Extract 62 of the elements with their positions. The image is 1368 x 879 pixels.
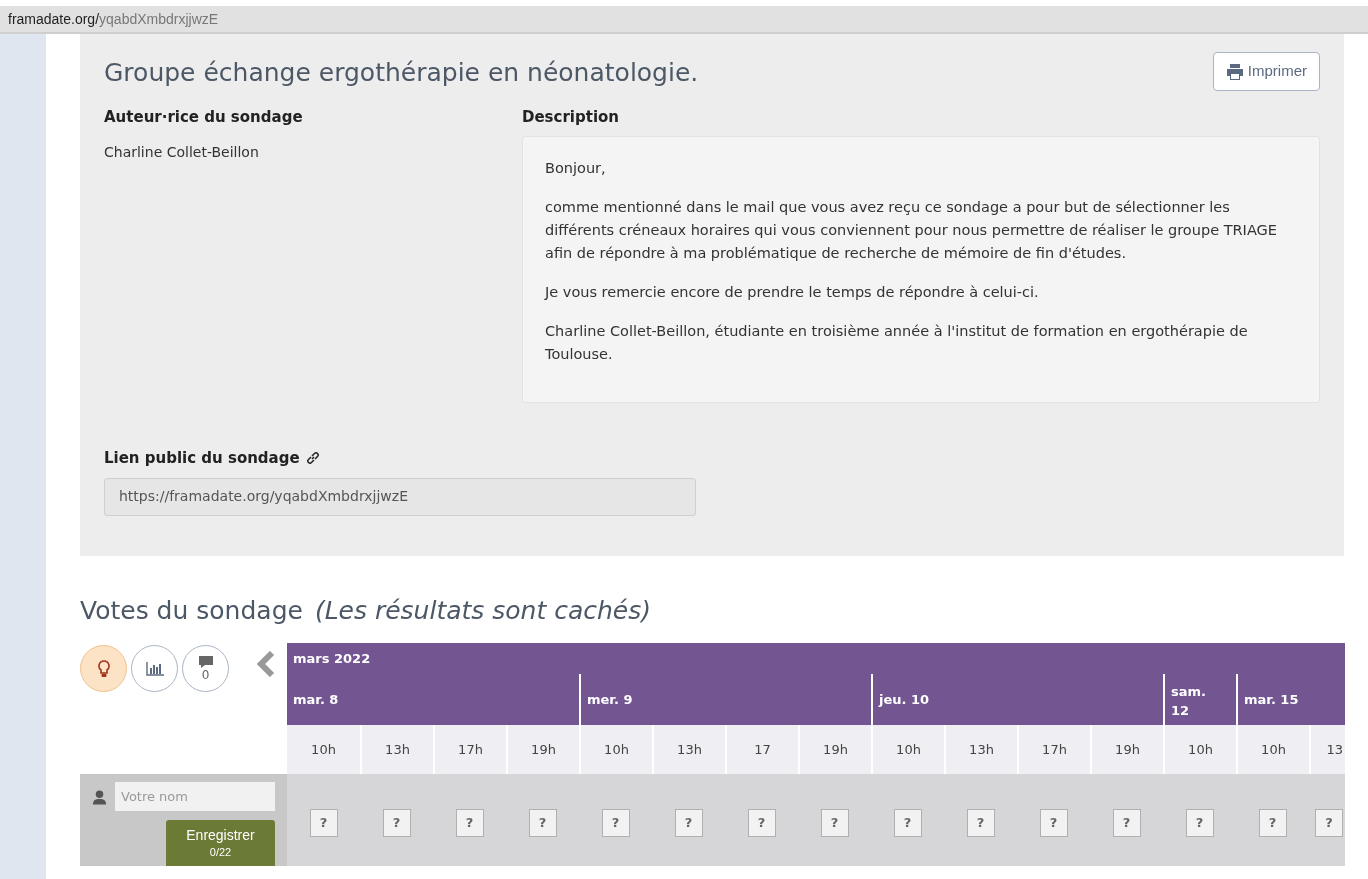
- chevron-left-icon: [256, 651, 276, 677]
- vote-choice-button[interactable]: ?: [1315, 809, 1343, 837]
- vote-choice-button[interactable]: ?: [674, 809, 703, 837]
- address-bar[interactable]: framadate.org/yqabdXmbdrxjjwzE: [0, 6, 1368, 34]
- hour-header: 17h: [1017, 725, 1090, 774]
- description-paragraph: Bonjour,: [545, 159, 607, 178]
- vote-choice-button[interactable]: ?: [1112, 809, 1141, 837]
- name-field[interactable]: Votre nom: [115, 782, 275, 811]
- description-label: Description: [522, 106, 621, 128]
- comments-button[interactable]: 0: [182, 645, 229, 692]
- vote-choice-button[interactable]: ?: [382, 809, 411, 837]
- chart-button[interactable]: [131, 645, 178, 692]
- hour-header: 17h: [433, 725, 506, 774]
- printer-icon: [1225, 63, 1244, 80]
- day-header: mer. 9: [579, 674, 871, 725]
- print-button[interactable]: Imprimer: [1212, 52, 1320, 91]
- link-icon: [305, 451, 320, 466]
- hour-header: 13h: [652, 725, 725, 774]
- user-icon: [92, 788, 107, 805]
- speech-bubble-icon: [197, 655, 214, 669]
- hour-header: 13h: [360, 725, 433, 774]
- vote-choice-button[interactable]: ?: [966, 809, 995, 837]
- hour-header: 10h: [579, 725, 652, 774]
- poll-title: Groupe échange ergothérapie en néonatologie.: [104, 57, 699, 89]
- hour-header: 19h: [1090, 725, 1163, 774]
- vote-choice-button[interactable]: ?: [747, 809, 776, 837]
- author-label: Auteur·rice du sondage: [104, 106, 304, 128]
- day-header: mar. 15: [1236, 674, 1345, 725]
- hour-header: 13h: [944, 725, 1017, 774]
- description-paragraph: Charline Collet-Beillon, étudiante en troisième année à l'institut de formation en ergothérapie de Toulouse.: [545, 322, 1249, 364]
- hour-header: 19h: [506, 725, 579, 774]
- vote-choice-button[interactable]: ?: [309, 809, 338, 837]
- results-hidden-note: (Les résultats sont cachés): [314, 594, 652, 627]
- hour-header: 10h: [871, 725, 944, 774]
- hour-header: 13: [1309, 725, 1345, 774]
- vote-choice-button[interactable]: ?: [528, 809, 557, 837]
- vote-choice-button[interactable]: ?: [893, 809, 922, 837]
- day-header: sam. 12: [1163, 674, 1236, 725]
- description-paragraph: Je vous remercie encore de prendre le temps de répondre à celui-ci.: [545, 283, 1040, 302]
- lightbulb-icon: [97, 659, 110, 678]
- vote-choice-button[interactable]: ?: [1039, 809, 1068, 837]
- hour-header: 19h: [798, 725, 871, 774]
- month-header: mars 2022: [287, 643, 1345, 674]
- vote-choice-button[interactable]: ?: [820, 809, 849, 837]
- save-button[interactable]: Enregistrer 0/22: [166, 820, 275, 866]
- hour-header: 10h: [1236, 725, 1309, 774]
- hour-header: 10h: [287, 725, 360, 774]
- day-header: mar. 8: [287, 674, 579, 725]
- description-paragraph: comme mentionné dans le mail que vous avez reçu ce sondage a pour but de sélectionner les différents créneaux horaires qui vous conviennent pour nous permettre de réaliser le groupe TRIAGE afin de répondre à ma problématique de recherche de mémoire de fin d'études.: [545, 198, 1278, 263]
- public-link-field[interactable]: https://framadate.org/yqabdXmbdrxjjwzE: [104, 477, 696, 516]
- author-name: Charline Collet-Beillon: [104, 143, 260, 162]
- vote-choice-button[interactable]: ?: [455, 809, 484, 837]
- vote-choice-button[interactable]: ?: [601, 809, 630, 837]
- public-link-label: Lien public du sondage: [104, 448, 300, 469]
- vote-choice-button[interactable]: ?: [1258, 809, 1287, 837]
- votes-title: Votes du sondage: [80, 594, 303, 627]
- hour-header: 10h: [1163, 725, 1236, 774]
- day-header: jeu. 10: [871, 674, 1163, 725]
- bar-chart-icon: [145, 661, 164, 676]
- vote-choice-button[interactable]: ?: [1185, 809, 1214, 837]
- lightbulb-button[interactable]: [80, 645, 127, 692]
- hour-header: 17: [725, 725, 798, 774]
